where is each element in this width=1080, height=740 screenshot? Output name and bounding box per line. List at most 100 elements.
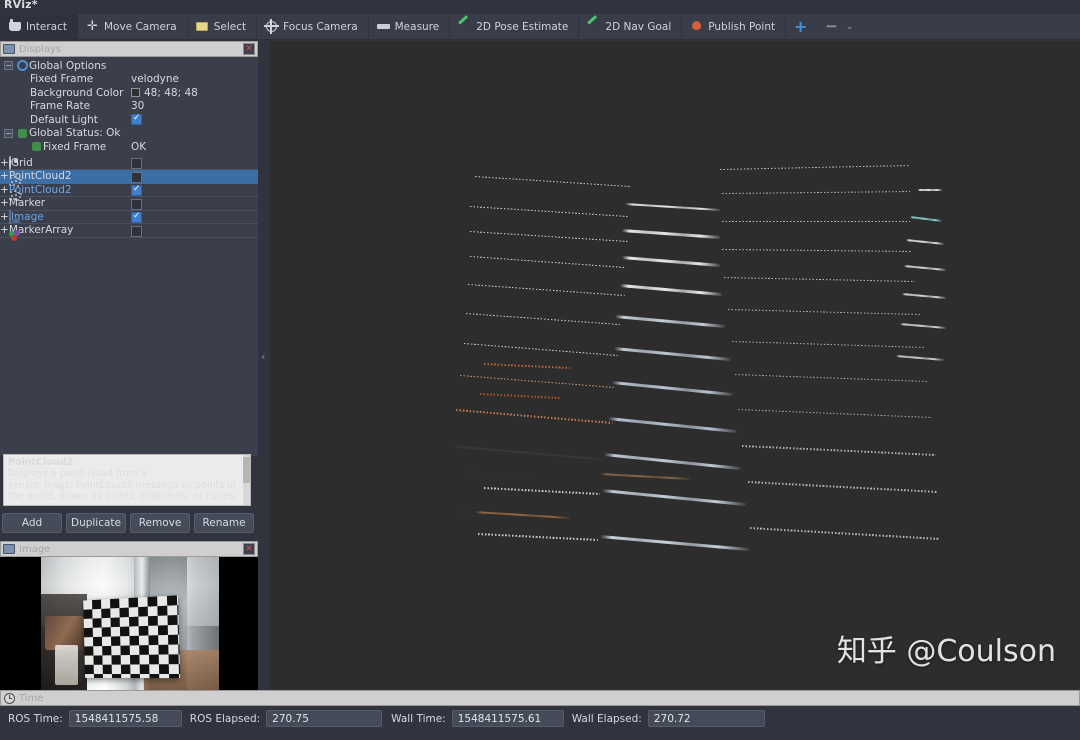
scan-line: [467, 284, 626, 297]
scan-line: [903, 265, 947, 272]
display-item-markerarray[interactable]: + MarkerArray: [0, 224, 258, 242]
displays-button-row: Add Duplicate Remove Rename: [2, 513, 254, 533]
display-item-label: PointCloud2: [8, 170, 72, 183]
frame-rate-value[interactable]: 30: [131, 100, 144, 112]
frame-rate-label: Frame Rate: [30, 100, 91, 113]
scan-line: [737, 409, 933, 419]
ros-elapsed-value[interactable]: 270.75: [266, 710, 383, 727]
fixed-frame-label: Fixed Frame: [30, 73, 94, 86]
checkbox-icon: [131, 225, 142, 237]
tool-move-camera[interactable]: ✛ Move Camera: [78, 14, 188, 39]
field-ros-time: ROS Time: 1548411575.58: [6, 710, 182, 727]
display-item-image[interactable]: + Image: [0, 209, 258, 224]
scan-line: [621, 229, 721, 239]
tool-2d-nav-goal[interactable]: 2D Nav Goal: [579, 14, 683, 39]
ros-time-label: ROS Time:: [8, 712, 63, 725]
display-item-enabled-checkbox[interactable]: [131, 158, 251, 170]
tree-group-global-status[interactable]: − Global Status: Ok: [0, 127, 258, 141]
wall-time-value[interactable]: 1548411575.61: [451, 710, 564, 727]
close-icon[interactable]: ✕: [243, 543, 255, 555]
plus-icon: +: [793, 17, 808, 36]
camera-image-view[interactable]: [0, 557, 258, 690]
tool-2d-nav-goal-label: 2D Nav Goal: [605, 20, 672, 33]
add-tool-button[interactable]: +: [786, 14, 817, 39]
publish-point-icon: [690, 20, 703, 33]
expander-icon[interactable]: +: [0, 197, 9, 209]
row-status-fixed-frame[interactable]: Fixed Frame OK: [0, 140, 258, 154]
display-item-enabled-checkbox[interactable]: [131, 225, 251, 237]
tree-group-global-options[interactable]: − Global Options: [0, 59, 258, 73]
expander-icon[interactable]: +: [0, 211, 9, 223]
background-color-text: 48; 48; 48: [144, 86, 198, 99]
display-item-enabled-checkbox[interactable]: [131, 211, 251, 224]
display-item-label: Marker: [8, 197, 46, 210]
displays-tree[interactable]: − Global Options Fixed Frame velodyne Ba…: [0, 57, 258, 242]
global-options-label: Global Options: [29, 59, 107, 72]
remove-tool-button[interactable]: − ⌄: [817, 14, 866, 39]
expander-icon[interactable]: +: [0, 157, 9, 169]
scan-line: [611, 381, 733, 396]
fixed-frame-value[interactable]: velodyne: [131, 73, 179, 85]
tool-2d-pose-estimate[interactable]: 2D Pose Estimate: [450, 14, 580, 39]
display-item-marker[interactable]: + Marker: [0, 197, 258, 211]
duplicate-button[interactable]: Duplicate: [66, 513, 126, 533]
status-fixed-frame-value: OK: [131, 140, 147, 153]
displays-panel: Displays ✕ − Global Options Fixed Frame …: [0, 41, 258, 533]
rviz-window: RViz* Interact ✛ Move Camera Select Focu…: [0, 0, 1080, 740]
default-light-label: Default Light: [30, 113, 98, 126]
background-color-value[interactable]: 48; 48; 48: [131, 87, 198, 99]
default-light-checkbox[interactable]: [131, 113, 142, 126]
tool-interact[interactable]: Interact: [0, 14, 78, 39]
remove-button[interactable]: Remove: [130, 513, 190, 533]
scan-line: [719, 165, 911, 171]
display-item-pointcloud2-2[interactable]: + PointCloud2: [0, 184, 258, 201]
displays-panel-title: Displays: [19, 43, 62, 55]
scan-line: [734, 374, 929, 383]
collapse-panel-arrow-icon[interactable]: ‹: [261, 351, 265, 362]
ros-time-value[interactable]: 1548411575.58: [68, 710, 182, 727]
tool-publish-point-label: Publish Point: [708, 20, 776, 33]
display-item-enabled-checkbox[interactable]: [131, 184, 251, 197]
expander-icon[interactable]: +: [0, 224, 9, 236]
add-button[interactable]: Add: [2, 513, 62, 533]
status-fixed-frame-label: Fixed Frame: [43, 140, 107, 153]
close-icon[interactable]: ✕: [243, 43, 255, 55]
row-default-light[interactable]: Default Light: [0, 113, 258, 127]
time-panel-titlebar: Time: [0, 690, 1080, 706]
display-item-enabled-checkbox[interactable]: [131, 198, 251, 210]
scan-line: [603, 453, 741, 471]
display-items-list[interactable]: + Grid + PointCloud2 + PointCloud2 ✓ + M…: [0, 155, 258, 242]
expander-icon[interactable]: −: [4, 61, 13, 71]
rename-button[interactable]: Rename: [194, 513, 254, 533]
display-item-grid[interactable]: + Grid: [0, 155, 258, 170]
expander-icon[interactable]: +: [0, 184, 9, 196]
move-camera-icon: ✛: [87, 19, 98, 34]
tool-focus-camera-label: Focus Camera: [283, 20, 358, 33]
checkbox-icon: [131, 198, 142, 210]
row-fixed-frame[interactable]: Fixed Frame velodyne: [0, 73, 258, 87]
color-swatch-icon: [131, 88, 140, 98]
scan-line: [621, 256, 721, 267]
expander-icon[interactable]: −: [4, 128, 13, 138]
description-title: PointCloud2: [8, 457, 73, 468]
row-frame-rate[interactable]: Frame Rate 30: [0, 100, 258, 114]
description-scrollbar[interactable]: [243, 455, 250, 505]
tool-measure[interactable]: Measure: [369, 14, 451, 39]
tool-select[interactable]: Select: [188, 14, 258, 39]
status-ok-icon: [30, 142, 43, 152]
wall-elapsed-value[interactable]: 270.72: [647, 710, 765, 727]
tool-focus-camera[interactable]: Focus Camera: [257, 14, 369, 39]
display-item-pointcloud2-1[interactable]: + PointCloud2: [0, 170, 258, 188]
wall-time-label: Wall Time:: [391, 712, 446, 725]
expander-icon[interactable]: +: [0, 170, 9, 182]
scan-line: [721, 191, 910, 195]
panel-splitter[interactable]: ‹: [258, 41, 270, 690]
3d-render-view[interactable]: 知乎 @Coulson: [270, 41, 1080, 690]
tool-2d-pose-estimate-label: 2D Pose Estimate: [476, 20, 569, 33]
display-item-enabled-checkbox[interactable]: [131, 171, 251, 183]
scan-line: [613, 347, 731, 361]
tool-publish-point[interactable]: Publish Point: [682, 14, 787, 39]
row-background-color[interactable]: Background Color 48; 48; 48: [0, 86, 258, 100]
scan-line: [599, 535, 749, 552]
status-ok-icon: [16, 128, 29, 138]
